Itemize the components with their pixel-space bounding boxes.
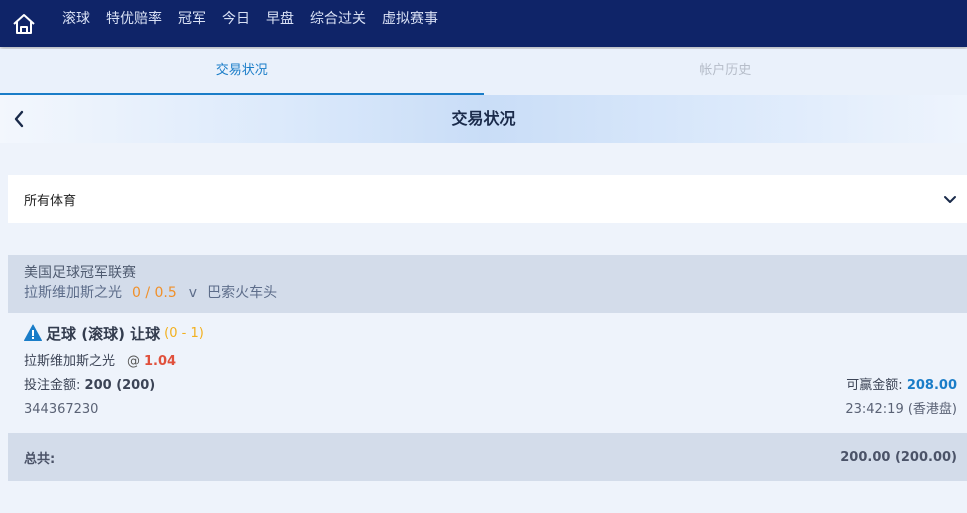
warning-icon xyxy=(24,324,42,342)
home-icon[interactable] xyxy=(0,0,48,47)
match-line: 拉斯维加斯之光 0 / 0.5 v 巴索火车头 xyxy=(24,283,951,303)
away-team: 巴索火车头 xyxy=(207,285,278,301)
odds-value: 1.04 xyxy=(144,354,177,369)
tab-bar: 交易状况 帐户历史 xyxy=(0,49,967,95)
league-header: 美国足球冠军联赛 拉斯维加斯之光 0 / 0.5 v 巴索火车头 xyxy=(8,255,967,313)
league-name: 美国足球冠军联赛 xyxy=(24,265,136,281)
top-nav: 滚球 特优赔率 冠军 今日 早盘 综合过关 虚拟赛事 xyxy=(0,0,967,47)
total-label: 总共: xyxy=(24,451,56,467)
tab-account-history[interactable]: 帐户历史 xyxy=(484,49,967,95)
total-bar: 总共: 200.00 (200.00) xyxy=(8,433,967,481)
nav-item-parlay[interactable]: 综合过关 xyxy=(310,0,366,47)
ticket-row: 344367230 23:42:19 (香港盘) xyxy=(24,398,957,422)
bet-title-row: 足球 (滚球) 让球 (0 - 1) xyxy=(24,322,957,344)
nav-item-virtual[interactable]: 虚拟赛事 xyxy=(382,0,438,47)
handicap-value: 0 / 0.5 xyxy=(132,285,177,301)
nav-item-live[interactable]: 滚球 xyxy=(62,0,90,47)
bet-type: 足球 (滚球) 让球 xyxy=(46,324,161,343)
nav-item-special-odds[interactable]: 特优赔率 xyxy=(106,0,162,47)
stake-value: 200 (200) xyxy=(84,378,156,393)
stake-label: 投注金额: xyxy=(24,378,81,393)
total-value: 200.00 (200.00) xyxy=(840,449,957,465)
live-score: (0 - 1) xyxy=(164,325,204,341)
selection-team: 拉斯维加斯之光 xyxy=(24,354,116,369)
nav-item-early[interactable]: 早盘 xyxy=(266,0,294,47)
sport-filter-value: 所有体育 xyxy=(24,193,77,209)
win-value: 208.00 xyxy=(906,378,957,393)
chevron-down-icon xyxy=(943,190,957,209)
bet-time: 23:42:19 (香港盘) xyxy=(845,402,957,417)
at-sign: @ xyxy=(127,354,141,369)
selection-row: 拉斯维加斯之光 @1.04 xyxy=(24,350,957,374)
vs-label: v xyxy=(188,285,198,301)
nav-item-outright[interactable]: 冠军 xyxy=(178,0,206,47)
win-label: 可赢金额: xyxy=(846,378,903,393)
home-team: 拉斯维加斯之光 xyxy=(24,285,122,301)
page-title: 交易状况 xyxy=(451,109,516,128)
stake-row: 投注金额: 200 (200) 可赢金额: 208.00 xyxy=(24,374,957,398)
sport-filter-dropdown[interactable]: 所有体育 xyxy=(8,175,967,223)
page-header: 交易状况 xyxy=(0,95,967,143)
tab-bet-status[interactable]: 交易状况 xyxy=(0,49,484,95)
ticket-id: 344367230 xyxy=(24,402,99,417)
bet-detail: 足球 (滚球) 让球 (0 - 1) 拉斯维加斯之光 @1.04 投注金额: 20… xyxy=(8,313,967,431)
nav-item-today[interactable]: 今日 xyxy=(222,0,250,47)
